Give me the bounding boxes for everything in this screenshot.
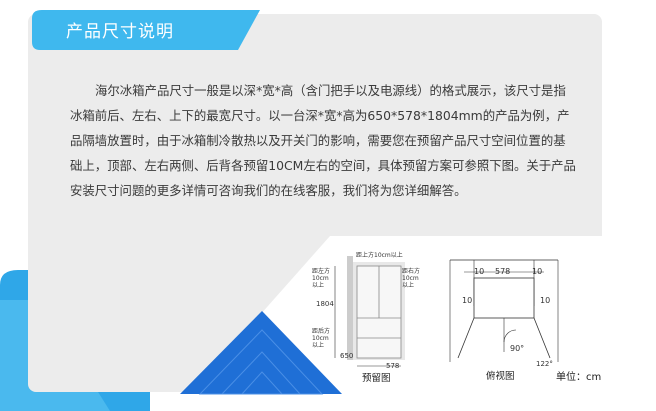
side-dim-left: 10 — [462, 296, 473, 305]
front-right-label: 距右方10cm以上 — [402, 268, 421, 289]
front-width-label: 578 — [386, 362, 400, 370]
unit-label: 单位：cm — [556, 372, 602, 383]
angle-label: 90° — [510, 344, 525, 353]
description-text: 海尔冰箱产品尺寸一般是以深*宽*高（含门把手以及电源线）的格式展示，该尺寸是指冰… — [70, 83, 576, 198]
front-top-label: 距上方10cm以上 — [356, 252, 403, 259]
front-view-caption: 预留图 — [362, 373, 391, 384]
page-title: 产品尺寸说明 — [66, 22, 174, 42]
side-dim-right: 10 — [540, 296, 551, 305]
top-dim-right: 10 — [532, 267, 543, 276]
top-view-caption: 俯视图 — [486, 371, 515, 382]
front-height-label: 1804 — [316, 300, 334, 308]
angle-label-2: 122° — [536, 360, 553, 368]
header-tab: 产品尺寸说明 — [28, 6, 260, 50]
front-back-label: 距后方10cm以上 — [312, 328, 331, 349]
top-dim-width: 578 — [495, 267, 511, 276]
top-dim-left: 10 — [474, 267, 485, 276]
front-left-label: 距左方10cm以上 — [312, 268, 331, 289]
front-depth-label: 650 — [340, 352, 354, 360]
